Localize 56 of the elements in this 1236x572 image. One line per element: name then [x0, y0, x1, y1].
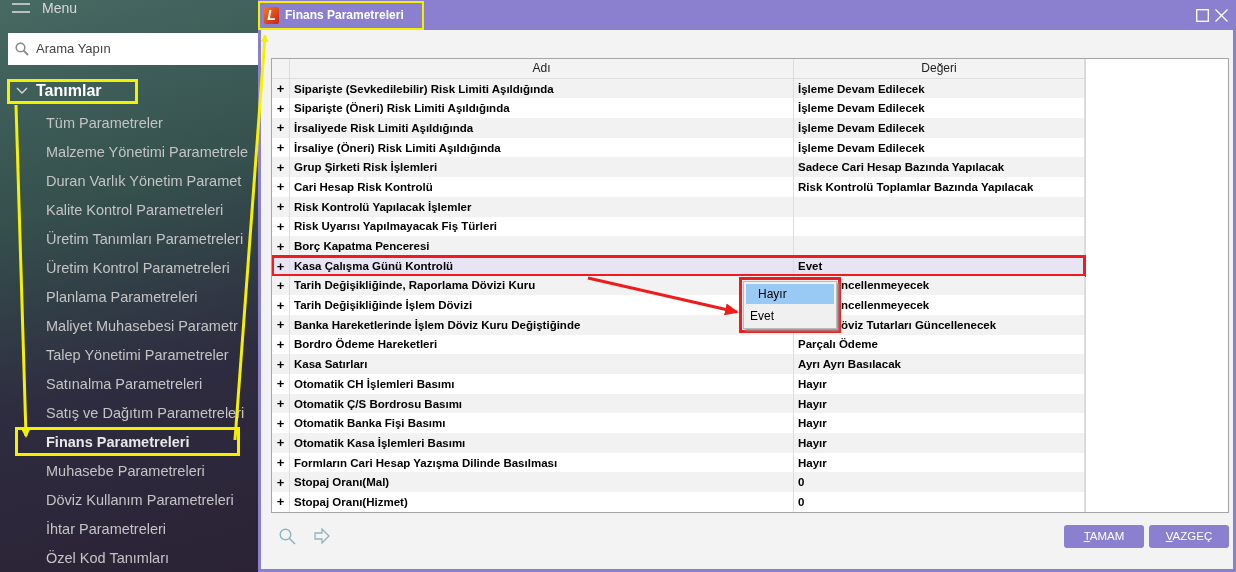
table-cell: İrsaliyede Risk Limiti Aşıldığında — [290, 118, 794, 138]
expand-toggle[interactable]: + — [272, 196, 290, 217]
expand-toggle[interactable]: + — [272, 314, 290, 335]
sidebar-item[interactable]: Kalite Kontrol Parametreleri — [46, 195, 224, 224]
dropdown-option[interactable]: Hayır — [746, 283, 834, 304]
app-logo: L — [264, 6, 279, 24]
expand-toggle[interactable]: + — [272, 256, 290, 276]
chevron-icon — [16, 87, 28, 96]
table-row[interactable]: + Risk Kontrolü Yapılacak İşlemler — [272, 196, 1085, 217]
table-row[interactable]: + Borç Kapatma Penceresi — [272, 236, 1085, 256]
search-icon — [15, 41, 29, 56]
arrow-right-icon[interactable] — [314, 528, 330, 544]
table-cell: Otomatik CH İşlemleri Basımı — [290, 374, 794, 394]
sidebar-item[interactable]: İhtar Parametreleri — [46, 514, 167, 543]
table-cell: Risk Kontrolü Yapılacak İşlemler — [290, 196, 794, 217]
table-cell: Kasa Çalışma Günü Kontrolü — [290, 256, 794, 276]
menu-title: Menu — [42, 0, 78, 17]
sidebar-item[interactable]: Satınalma Parametreleri — [46, 369, 203, 398]
tree-section-header[interactable]: Tanımlar — [7, 78, 138, 104]
close-icon[interactable] — [1215, 8, 1228, 22]
table-cell: Otomatik Kasa İşlemleri Basımı — [290, 433, 794, 453]
window-title-text: Finans Parametreleri — [285, 8, 404, 22]
sidebar-item[interactable]: Tüm Parametreler — [46, 108, 163, 137]
table-row[interactable]: + Otomatik Ç/S Bordrosu Basımı Hayır — [272, 393, 1085, 414]
table-row[interactable]: + Siparişte (Sevkedilebilir) Risk Limiti Aşıldığında İşleme Devam Edilecek — [272, 78, 1085, 99]
expand-toggle[interactable]: + — [272, 295, 290, 315]
sidebar-item[interactable]: Döviz Kullanım Parametreleri — [46, 485, 234, 514]
table-row[interactable]: + Otomatik Kasa İşlemleri Basımı Hayır — [272, 433, 1085, 453]
table-cell: Stopaj Oranı(Hizmet) — [290, 492, 794, 512]
sidebar-item[interactable]: Malzeme Yönetimi Parametrele — [46, 137, 248, 166]
search-field[interactable]: Arama Yapın — [8, 32, 258, 65]
expand-toggle[interactable]: + — [272, 433, 290, 453]
column-header[interactable]: Adı — [290, 59, 794, 79]
table-cell: Cari Hesap Risk Kontrolü — [290, 177, 794, 197]
table-row[interactable]: + Stopaj Oranı(Mal) 0 — [272, 472, 1085, 493]
search-icon[interactable] — [279, 527, 296, 545]
expand-toggle[interactable]: + — [272, 492, 290, 512]
table-row[interactable]: + Kasa Satırları Ayrı Ayrı Basılacak — [272, 354, 1085, 374]
column-header[interactable]: Değeri — [794, 59, 1085, 79]
table-row[interactable]: + İrsaliyede Risk Limiti Aşıldığında İşleme Devam Edilecek — [272, 118, 1085, 138]
sidebar-item[interactable]: Muhasebe Parametreleri — [46, 456, 205, 485]
sidebar-item[interactable]: Talep Yönetimi Parametreler — [46, 340, 229, 369]
expand-toggle[interactable]: + — [272, 118, 290, 138]
menu-icon[interactable] — [12, 3, 30, 14]
sidebar-item[interactable]: Maliyet Muhasebesi Parametr — [46, 311, 238, 340]
sidebar-item[interactable]: Özel Kod Tanımları — [46, 543, 170, 572]
expand-toggle[interactable]: + — [272, 374, 290, 394]
maximize-icon[interactable] — [1196, 8, 1209, 22]
table-row[interactable]: + Grup Şirketi Risk İşlemleri Sadece Cari Hesap Bazında Yapılacak — [272, 157, 1085, 178]
sidebar-item[interactable]: Planlama Parametreleri — [46, 282, 198, 311]
sidebar-item[interactable]: Duran Varlık Yönetim Paramet — [46, 166, 242, 195]
sidebar-item[interactable]: Üretim Kontrol Parametreleri — [46, 253, 230, 282]
sidebar-item[interactable]: Finans Parametreleri — [15, 427, 240, 456]
table-cell: Evet — [794, 256, 1085, 276]
expand-toggle[interactable]: + — [272, 177, 290, 197]
sidebar-item[interactable]: Üretim Tanımları Parametreleri — [46, 224, 244, 253]
